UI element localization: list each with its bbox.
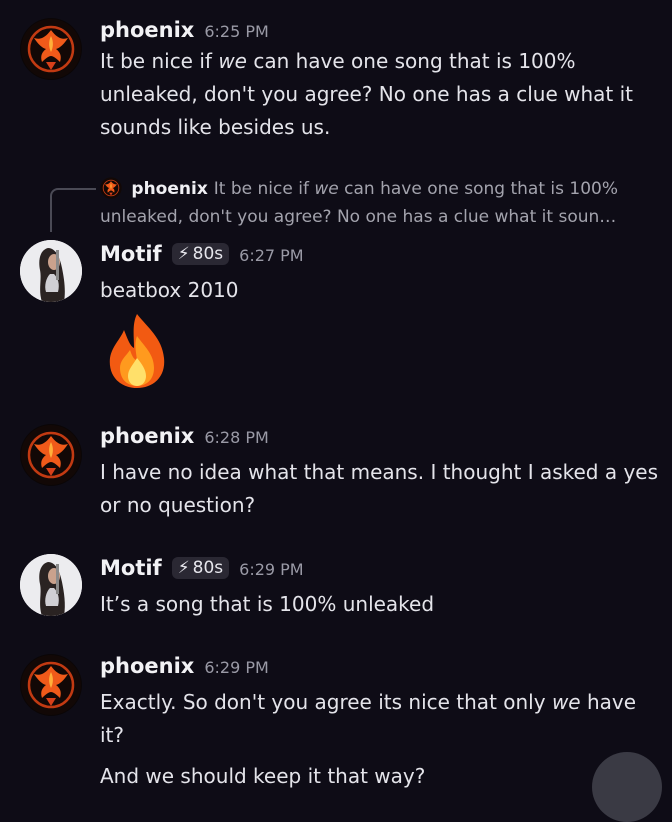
scroll-to-bottom-button[interactable] [592,752,662,822]
lightning-icon: ⚡︎ [177,244,190,264]
phoenix-avatar[interactable] [20,18,82,80]
role-tag[interactable]: ⚡︎ 80s [171,557,230,579]
reply-username: phoenix [131,179,208,199]
phoenix-avatar[interactable] [20,654,82,716]
username[interactable]: phoenix [100,424,194,448]
timestamp: 6:27 PM [239,246,304,265]
message-text: It be nice if we can have one song that … [100,49,634,139]
message-text: Exactly. So don't you agree its nice tha… [100,690,637,747]
reply-preview[interactable]: phoenix It be nice if we can have one son… [100,175,660,231]
reply-connector [50,188,96,232]
motif-avatar[interactable] [20,240,82,302]
message-text: It’s a song that is 100% unleaked [100,592,435,616]
message-text: beatbox 2010 [100,278,239,302]
timestamp: 6:28 PM [204,428,269,447]
lightning-icon: ⚡︎ [177,558,190,578]
username[interactable]: phoenix [100,18,194,42]
message-text: And we should keep it that way? [100,764,426,788]
phoenix-avatar[interactable] [20,424,82,486]
motif-avatar[interactable] [20,554,82,616]
username[interactable]: Motif [100,242,162,266]
timestamp: 6:25 PM [204,22,269,41]
username[interactable]: phoenix [100,654,194,678]
username[interactable]: Motif [100,556,162,580]
timestamp: 6:29 PM [239,560,304,579]
fire-emoji[interactable] [104,312,170,390]
timestamp: 6:29 PM [204,658,269,677]
message-text: I have no idea what that means. I though… [100,460,659,517]
role-tag[interactable]: ⚡︎ 80s [171,243,230,265]
phoenix-mini-avatar-icon [100,177,122,199]
